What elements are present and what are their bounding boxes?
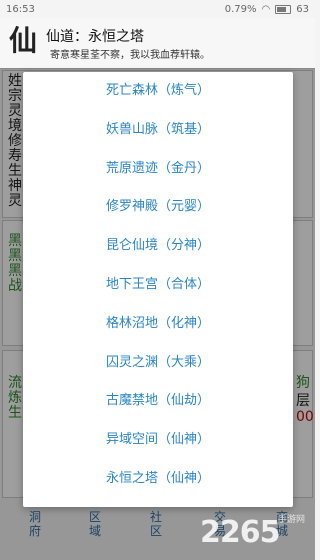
data-usage: 0.79% bbox=[224, 3, 257, 15]
page-title: 仙道：永恒之塔 bbox=[46, 29, 144, 45]
watermark-sub: 手游网 bbox=[278, 515, 306, 525]
region-item-spirit-abyss[interactable]: 囚灵之渊（大乘） bbox=[23, 344, 293, 383]
region-item-death-forest[interactable]: 死亡森林（炼气） bbox=[23, 72, 293, 111]
region-item-asura-temple[interactable]: 修罗神殿（元婴） bbox=[23, 188, 293, 227]
battery-level: 63 bbox=[296, 3, 309, 15]
app-header: 仙 仙道：永恒之塔 寄意寒星荃不察，我以我血荐轩辕。 bbox=[0, 18, 315, 69]
region-item-grin-swamp[interactable]: 格林沼地（化神） bbox=[23, 305, 293, 344]
wifi-icon: ◠ bbox=[261, 3, 271, 15]
region-item-beast-mountains[interactable]: 妖兽山脉（筑基） bbox=[23, 111, 293, 150]
region-item-ancient-demon-land[interactable]: 古魔禁地（仙劫） bbox=[23, 382, 293, 421]
status-bar: 16:53 0.79% ◠ 63 bbox=[0, 0, 315, 18]
region-item-eternal-tower[interactable]: 永恒之塔（仙神） bbox=[23, 460, 293, 499]
status-right: 0.79% ◠ 63 bbox=[225, 4, 309, 15]
app-logo: 仙 bbox=[8, 24, 37, 57]
region-item-alien-space[interactable]: 异域空间（仙神） bbox=[23, 421, 293, 460]
region-select-dialog: 死亡森林（炼气） 妖兽山脉（筑基） 荒原遗迹（金丹） 修罗神殿（元婴） 昆仑仙境… bbox=[23, 72, 293, 507]
region-list: 死亡森林（炼气） 妖兽山脉（筑基） 荒原遗迹（金丹） 修罗神殿（元婴） 昆仑仙境… bbox=[23, 72, 293, 499]
battery-icon bbox=[275, 4, 292, 14]
region-item-kunlun-realm[interactable]: 昆仑仙境（分神） bbox=[23, 227, 293, 266]
watermark-logo: 2265 bbox=[200, 515, 280, 550]
region-item-underground-palace[interactable]: 地下王宫（合体） bbox=[23, 266, 293, 305]
page-subtitle: 寄意寒星荃不察，我以我血荐轩辕。 bbox=[50, 50, 210, 61]
region-item-wasteland-ruins[interactable]: 荒原遗迹（金丹） bbox=[23, 150, 293, 189]
status-time: 16:53 bbox=[6, 3, 35, 15]
